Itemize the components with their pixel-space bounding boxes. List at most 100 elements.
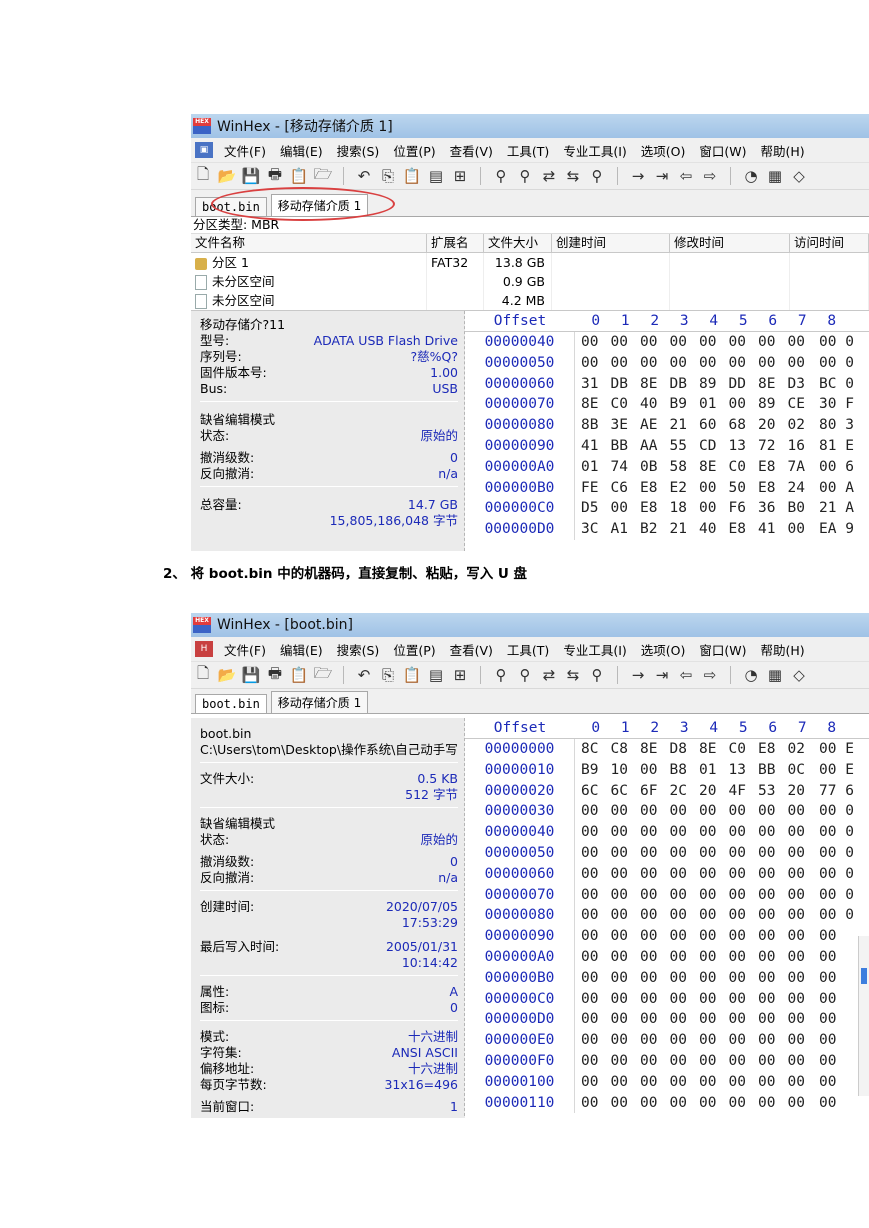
hex-byte[interactable]: 8E (693, 457, 723, 478)
hex-byte[interactable]: 00 (634, 989, 664, 1010)
hex-byte[interactable]: 53 (752, 781, 782, 802)
hex-row[interactable]: 000000A0 00 00 00 00 00 00 00 00 00 (465, 946, 869, 968)
hex-byte[interactable]: 00 (811, 947, 836, 968)
new-file-icon[interactable]: 🗋 (191, 663, 215, 688)
hex-byte[interactable]: 80 3 (811, 415, 854, 436)
hex-byte[interactable]: E8 (634, 478, 664, 499)
goto-sector-icon[interactable]: ⇥ (650, 167, 674, 185)
hex-byte[interactable]: E8 (634, 498, 664, 519)
col-created[interactable]: 创建时间 (552, 234, 670, 252)
hex-byte[interactable]: 00 (575, 1030, 605, 1051)
hex-byte[interactable]: 00 (693, 885, 723, 906)
hex-row[interactable]: 00000080 00 00 00 00 00 00 00 00 00 0 (465, 905, 869, 927)
hex-row[interactable]: 00000060 00 00 00 00 00 00 00 00 00 0 (465, 863, 869, 885)
hex-byte[interactable]: 50 (723, 478, 753, 499)
find-text-icon[interactable]: ⚲ (489, 167, 513, 185)
hex-byte[interactable]: 00 (605, 822, 635, 843)
menu-search[interactable]: 搜索(S) (330, 141, 387, 160)
hex-byte[interactable]: 00 (693, 989, 723, 1010)
hex-byte[interactable]: 00 (723, 353, 753, 374)
hex-byte[interactable]: 6F (634, 781, 664, 802)
properties-icon[interactable]: 📋 (287, 167, 311, 185)
hex-byte[interactable]: 31 (575, 374, 605, 395)
hex-byte[interactable]: 00 (634, 332, 664, 353)
hex-byte[interactable]: 13 (723, 436, 753, 457)
hex-byte[interactable]: 00 (664, 926, 694, 947)
hex-byte[interactable]: B2 (634, 519, 664, 540)
hex-byte[interactable]: 00 (664, 1072, 694, 1093)
hex-byte[interactable]: 00 (575, 353, 605, 374)
hex-byte[interactable]: 00 (664, 1093, 694, 1114)
menu-edit[interactable]: 编辑(E) (273, 640, 330, 659)
hex-row[interactable]: 00000000 8C C8 8E D8 8E C0 E8 02 00 E (465, 739, 869, 760)
hex-byte[interactable]: 00 (634, 353, 664, 374)
hex-byte[interactable]: BB (605, 436, 635, 457)
hex-row[interactable]: 000000D0 00 00 00 00 00 00 00 00 00 (465, 1009, 869, 1031)
hex-byte[interactable]: CD (693, 436, 723, 457)
forward-icon[interactable]: ⇨ (698, 167, 722, 185)
hex-byte[interactable]: 00 (664, 864, 694, 885)
hex-row[interactable]: 00000060 31 DB 8E DB 89 DD 8E D3 BC 0 (465, 373, 869, 395)
paste-icon[interactable]: 📋 (400, 666, 424, 684)
open-disk-icon[interactable]: 🗁 (311, 663, 335, 688)
hex-byte[interactable]: 01 (693, 760, 723, 781)
hex-byte[interactable]: 00 (752, 1030, 782, 1051)
hex-byte[interactable]: 00 (811, 968, 836, 989)
hex-byte[interactable]: 72 (752, 436, 782, 457)
hex-byte[interactable]: 00 (723, 332, 753, 353)
binary-icon[interactable]: ⊞ (448, 167, 472, 185)
hex-row[interactable]: 000000E0 00 00 00 00 00 00 00 00 00 (465, 1030, 869, 1051)
hex-byte[interactable]: 00 (752, 843, 782, 864)
hex-row[interactable]: 000000C0 D5 00 E8 18 00 F6 36 B0 21 A (465, 498, 869, 520)
hex-byte[interactable]: 00 (664, 1009, 694, 1030)
tab-boot-bin[interactable]: boot.bin (195, 694, 267, 713)
hex-byte[interactable]: 8E (752, 374, 782, 395)
hex-byte[interactable]: DB (664, 374, 694, 395)
hex-byte[interactable]: 18 (664, 498, 694, 519)
hex-byte[interactable]: 00 (752, 905, 782, 926)
hex-byte[interactable]: D8 (664, 739, 694, 760)
hex-byte[interactable]: 8C (575, 739, 605, 760)
hex-byte[interactable]: 00 (693, 947, 723, 968)
hex-byte[interactable]: 00 (634, 760, 664, 781)
menu-pro-tools[interactable]: 专业工具(I) (556, 141, 633, 160)
hex-byte[interactable]: 00 (634, 822, 664, 843)
hex-byte[interactable]: 00 (811, 926, 836, 947)
hex-byte[interactable]: 00 (605, 864, 635, 885)
disk-editor-icon[interactable]: ◔ (739, 167, 763, 185)
hex-byte[interactable]: 00 (723, 947, 753, 968)
undo-icon[interactable]: ↶ (352, 167, 376, 185)
back-icon[interactable]: ⇦ (674, 666, 698, 684)
open-folder-icon[interactable]: 📂 (215, 666, 239, 684)
hex-byte[interactable]: 00 (811, 989, 836, 1010)
hex-byte[interactable]: E8 (752, 478, 782, 499)
hex-byte[interactable]: 00 (782, 1072, 812, 1093)
hex-byte[interactable]: 00 (693, 968, 723, 989)
hex-byte[interactable]: 00 (634, 926, 664, 947)
hex-byte[interactable]: 8B (575, 415, 605, 436)
hex-byte[interactable]: 00 (723, 1009, 753, 1030)
hex-byte[interactable]: D3 (782, 374, 812, 395)
hex-byte[interactable]: C6 (605, 478, 635, 499)
hex-byte[interactable]: 00 (723, 989, 753, 1010)
hex-byte[interactable]: 00 (752, 989, 782, 1010)
hex-byte[interactable]: 3E (605, 415, 635, 436)
hex-byte[interactable]: 00 (605, 332, 635, 353)
hex-byte[interactable]: 00 (723, 801, 753, 822)
hex-row[interactable]: 00000110 00 00 00 00 00 00 00 00 00 (465, 1092, 869, 1114)
find-next-icon[interactable]: ⚲ (585, 167, 609, 185)
col-name[interactable]: 文件名称 (191, 234, 427, 252)
hex-byte[interactable]: AA (634, 436, 664, 457)
hex-byte[interactable]: 00 (575, 1009, 605, 1030)
hex-byte[interactable]: 00 (693, 1009, 723, 1030)
hex-byte[interactable]: 00 (752, 926, 782, 947)
menu-window[interactable]: 窗口(W) (692, 640, 753, 659)
hex-row[interactable]: 00000050 00 00 00 00 00 00 00 00 00 0 (465, 842, 869, 864)
hex-byte[interactable]: 00 (605, 843, 635, 864)
hex-byte[interactable]: 00 6 (811, 457, 854, 478)
hex-row[interactable]: 000000C0 00 00 00 00 00 00 00 00 00 (465, 988, 869, 1010)
hex-byte[interactable]: 00 (693, 801, 723, 822)
hex-byte[interactable]: 00 (782, 989, 812, 1010)
hex-byte[interactable]: 00 (723, 1093, 753, 1114)
paste-write-icon[interactable]: ▤ (424, 167, 448, 185)
